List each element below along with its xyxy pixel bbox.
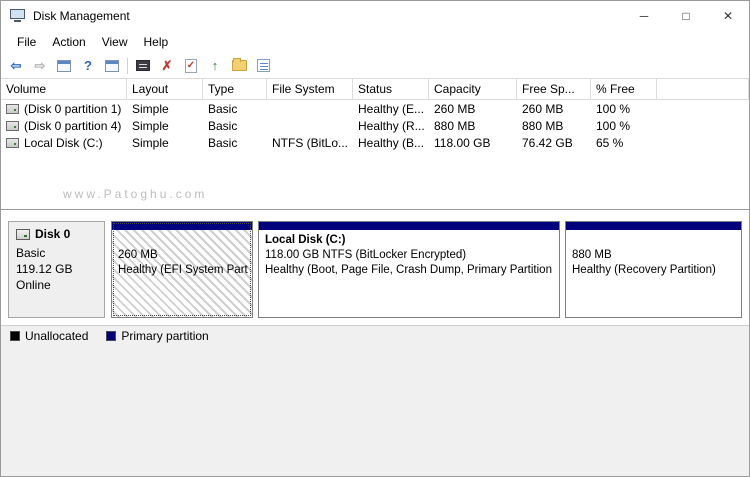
legend-label: Primary partition	[121, 329, 209, 343]
table-header: Volume Layout Type File System Status Ca…	[1, 79, 749, 100]
unallocated-swatch	[10, 331, 20, 341]
partition-color-bar	[566, 222, 741, 230]
cell-filesystem	[267, 100, 353, 117]
column-header-filesystem[interactable]: File System	[267, 79, 353, 100]
partitions-strip: 260 MB Healthy (EFI System Part Local Di…	[111, 221, 742, 318]
cell-status: Healthy (E...	[358, 101, 425, 116]
cell-layout: Simple	[132, 118, 169, 133]
cell-free-space: 76.42 GB	[522, 135, 573, 150]
disk-icon	[16, 228, 30, 240]
cell-free-space: 260 MB	[522, 101, 564, 116]
disk-status: Online	[16, 278, 51, 292]
delete-volume-icon[interactable]: ✗	[158, 57, 176, 75]
menu-action[interactable]: Action	[44, 33, 93, 51]
volume-icon	[6, 120, 19, 131]
cell-pct-free: 100 %	[596, 118, 631, 133]
column-header-volume[interactable]: Volume	[1, 79, 127, 100]
minimize-button[interactable]: ─	[623, 1, 665, 31]
partition-status: Healthy (EFI System Part	[118, 264, 248, 276]
window-panel-icon[interactable]	[103, 57, 121, 75]
column-header-pct-free[interactable]: % Free	[591, 79, 657, 100]
graphical-view: Disk 0 Basic 119.12 GB Online 260 MB Hea…	[1, 209, 749, 325]
partition-title	[118, 233, 246, 248]
disk-name: Disk 0	[35, 227, 71, 241]
legend-bar: Unallocated Primary partition	[1, 325, 749, 346]
disk-label-panel[interactable]: Disk 0 Basic 119.12 GB Online	[8, 221, 105, 318]
console-tree-icon[interactable]	[55, 57, 73, 75]
folder-icon[interactable]	[230, 57, 248, 75]
cell-type: Basic	[208, 118, 238, 133]
partition-recovery[interactable]: 880 MB Healthy (Recovery Partition)	[565, 221, 742, 318]
cell-capacity: 260 MB	[434, 101, 476, 116]
cell-capacity: 880 MB	[434, 118, 476, 133]
partition-size: 260 MB	[118, 249, 158, 261]
volume-name: Local Disk (C:)	[24, 135, 103, 150]
disk-size: 119.12 GB	[16, 262, 73, 276]
partition-color-bar	[259, 222, 559, 230]
partition-title	[572, 233, 735, 248]
volume-name: (Disk 0 partition 4)	[24, 118, 122, 133]
menu-view[interactable]: View	[94, 33, 136, 51]
cell-pct-free: 100 %	[596, 101, 631, 116]
disk-management-window: Disk Management ─ □ ✕ File Action View H…	[0, 0, 750, 477]
console-window-icon[interactable]	[134, 57, 152, 75]
properties-list-icon[interactable]	[254, 57, 272, 75]
volume-list: Volume Layout Type File System Status Ca…	[1, 79, 749, 209]
primary-partition-swatch	[106, 331, 117, 341]
back-arrow-icon[interactable]: ⇦	[7, 57, 25, 75]
app-icon	[10, 9, 26, 23]
help-icon[interactable]: ?	[79, 57, 97, 75]
column-header-status[interactable]: Status	[353, 79, 429, 100]
legend-primary-partition: Primary partition	[106, 329, 209, 343]
cell-filesystem	[267, 117, 353, 134]
cell-pct-free: 65 %	[596, 135, 624, 150]
cell-filesystem: NTFS (BitLo...	[272, 135, 349, 150]
window-title: Disk Management	[33, 9, 130, 23]
toolbar-separator	[127, 57, 128, 74]
column-header-type[interactable]: Type	[203, 79, 267, 100]
cell-capacity: 118.00 GB	[434, 135, 491, 150]
partition-status: Healthy (Boot, Page File, Crash Dump, Pr…	[265, 264, 552, 276]
cell-status: Healthy (R...	[358, 118, 425, 133]
title-bar: Disk Management ─ □ ✕	[1, 1, 749, 31]
cell-type: Basic	[208, 101, 238, 116]
cell-layout: Simple	[132, 101, 169, 116]
forward-arrow-icon[interactable]: ⇨	[31, 57, 49, 75]
cell-layout: Simple	[132, 135, 169, 150]
cell-free-space: 880 MB	[522, 118, 564, 133]
volume-icon	[6, 103, 19, 114]
up-arrow-icon[interactable]: ↑	[206, 57, 224, 75]
partition-status: Healthy (Recovery Partition)	[572, 264, 716, 276]
table-row[interactable]: (Disk 0 partition 1) Simple Basic Health…	[1, 100, 749, 117]
menu-file[interactable]: File	[9, 33, 44, 51]
menu-help[interactable]: Help	[136, 33, 177, 51]
column-header-layout[interactable]: Layout	[127, 79, 203, 100]
check-document-icon[interactable]: ✓	[182, 57, 200, 75]
partition-c-drive[interactable]: Local Disk (C:) 118.00 GB NTFS (BitLocke…	[258, 221, 560, 318]
disk-type: Basic	[16, 246, 46, 260]
volume-icon	[6, 137, 19, 148]
column-header-free-space[interactable]: Free Sp...	[517, 79, 591, 100]
cell-type: Basic	[208, 135, 238, 150]
partition-title: Local Disk (C:)	[265, 234, 346, 246]
legend-unallocated: Unallocated	[10, 329, 88, 343]
maximize-button[interactable]: □	[665, 1, 707, 31]
watermark: www.Patoghu.com	[63, 187, 208, 201]
menu-bar: File Action View Help	[1, 31, 749, 53]
cell-status: Healthy (B...	[358, 135, 425, 150]
column-header-filler	[657, 79, 749, 100]
bottom-filler	[1, 346, 749, 476]
partition-size: 880 MB	[572, 249, 612, 261]
partition-size: 118.00 GB NTFS (BitLocker Encrypted)	[265, 249, 467, 261]
partition-color-bar	[112, 222, 252, 230]
column-header-capacity[interactable]: Capacity	[429, 79, 517, 100]
partition-efi[interactable]: 260 MB Healthy (EFI System Part	[111, 221, 253, 318]
table-row[interactable]: Local Disk (C:) Simple Basic NTFS (BitLo…	[1, 134, 749, 151]
legend-label: Unallocated	[25, 329, 89, 343]
toolbar: ⇦ ⇨ ? ✗ ✓ ↑	[1, 53, 749, 79]
table-row[interactable]: (Disk 0 partition 4) Simple Basic Health…	[1, 117, 749, 134]
close-button[interactable]: ✕	[707, 1, 749, 31]
volume-name: (Disk 0 partition 1)	[24, 101, 122, 116]
